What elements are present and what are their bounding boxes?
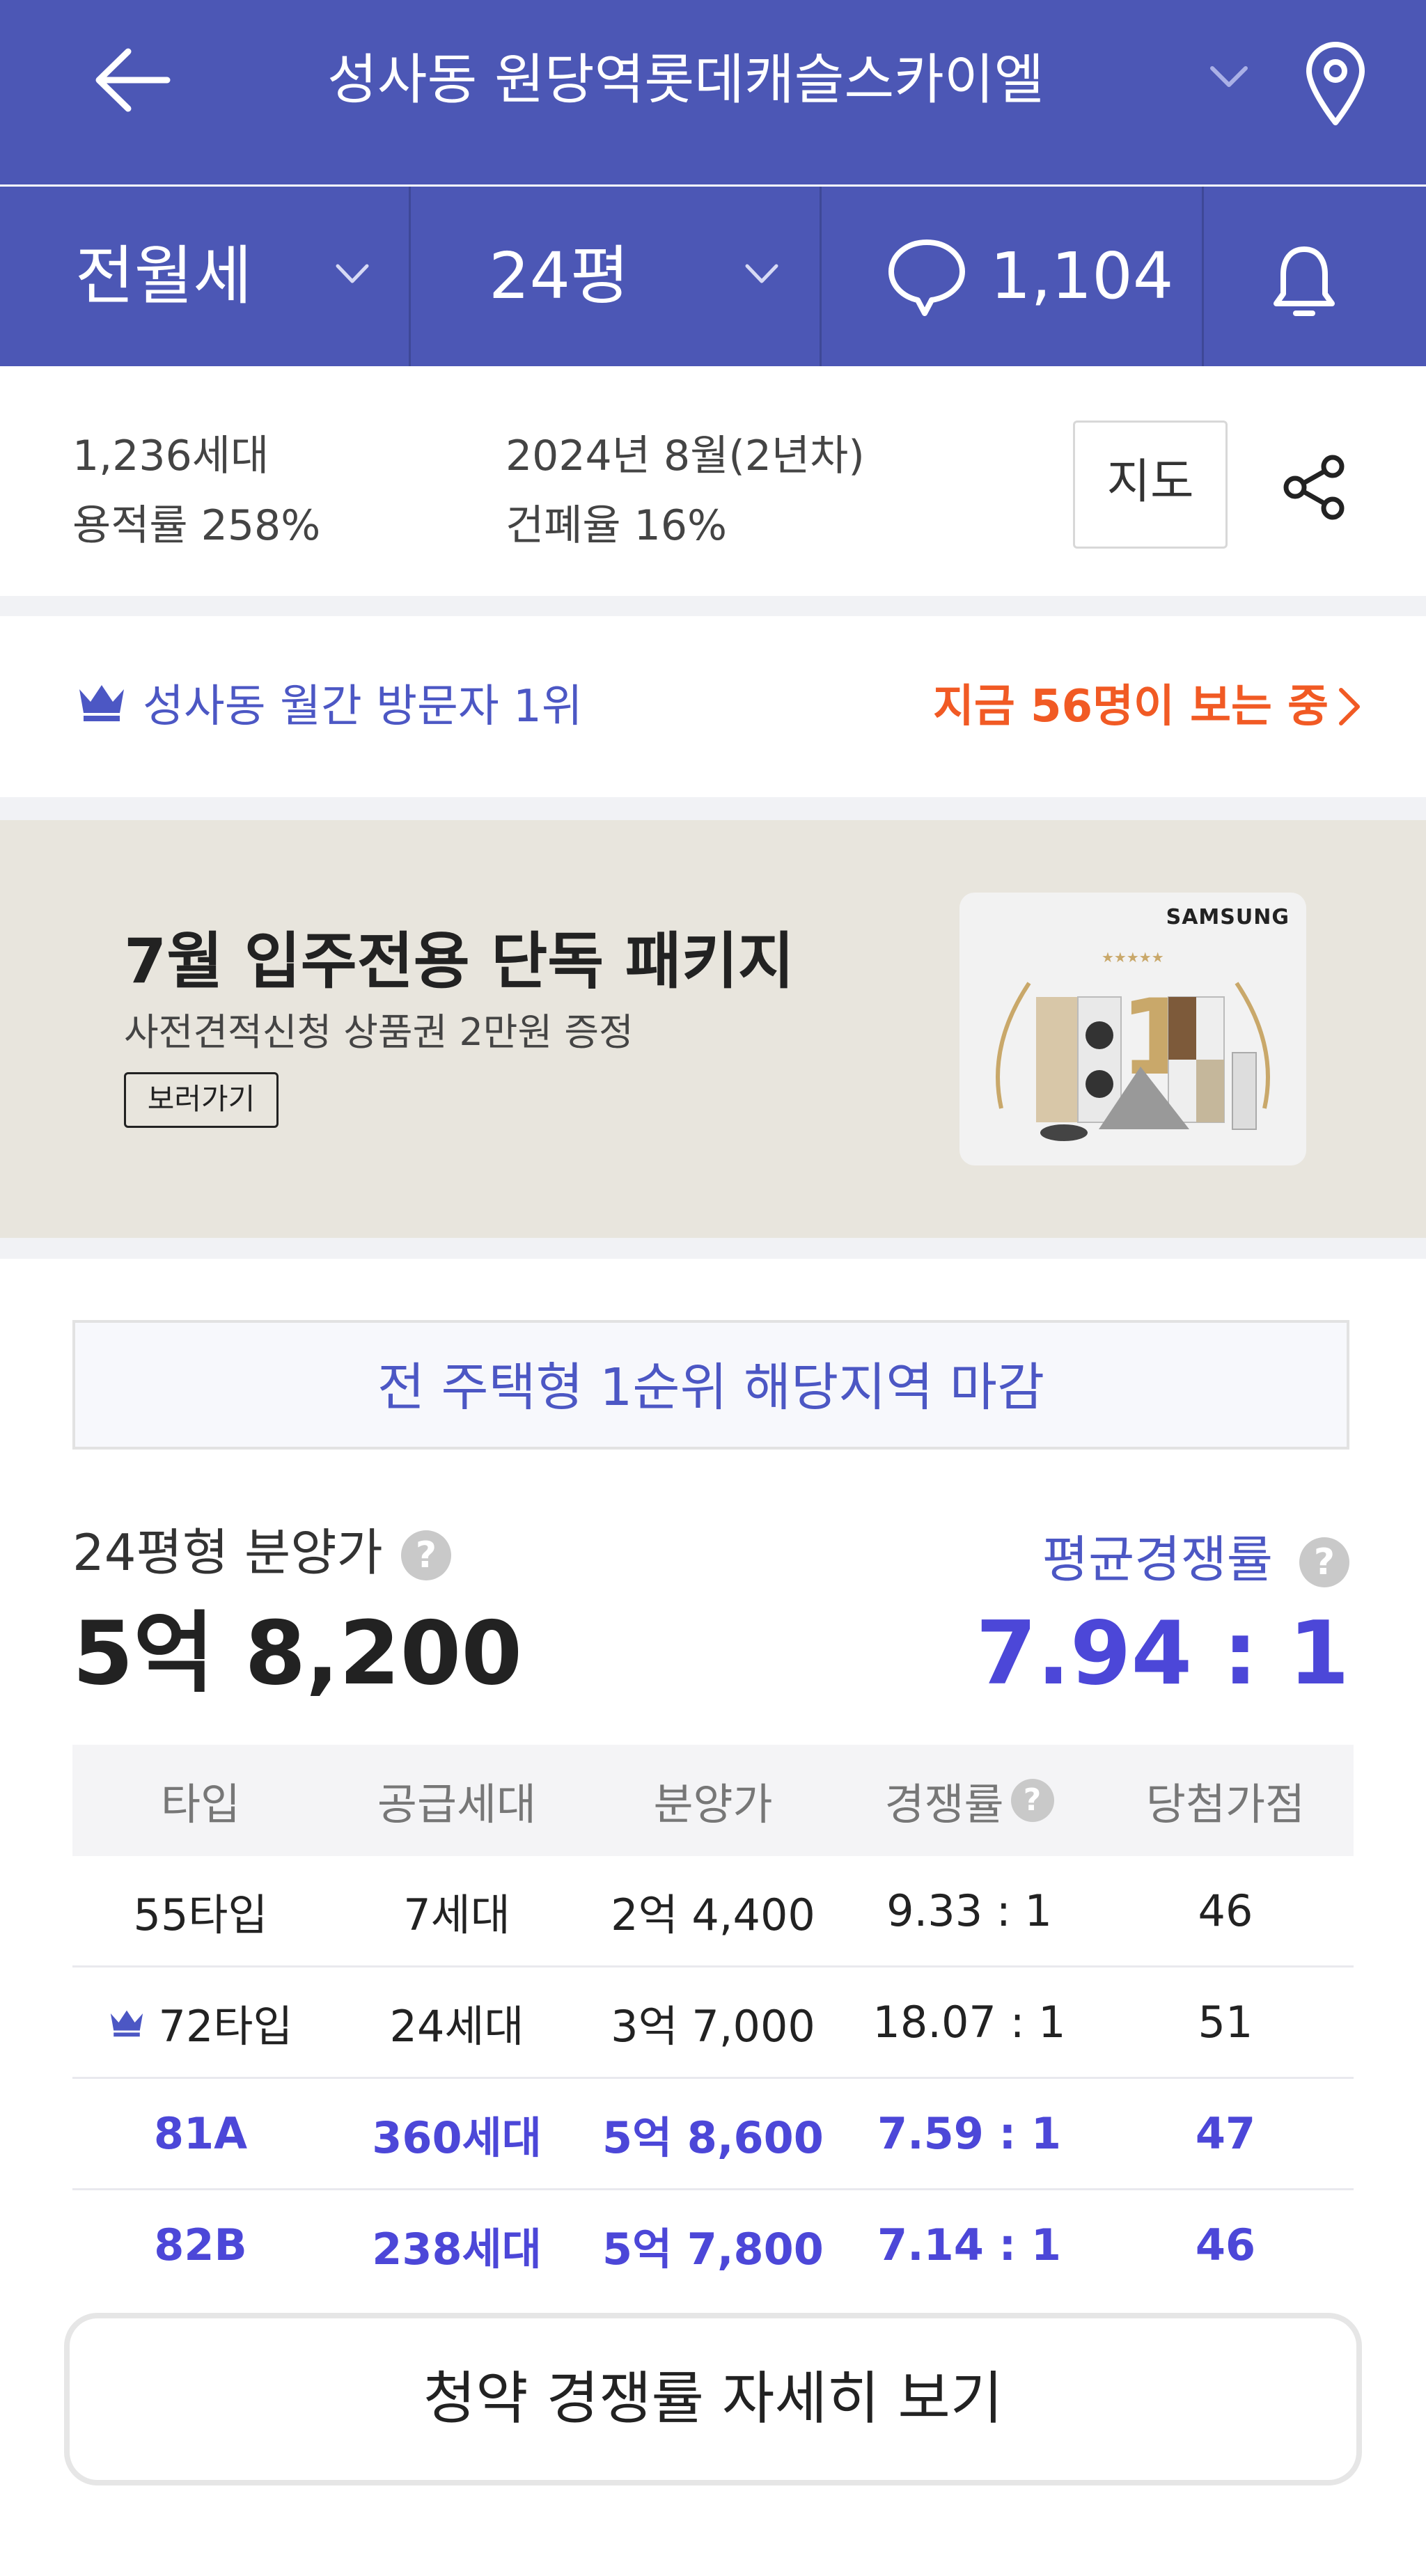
help-icon[interactable]: ? xyxy=(1299,1537,1349,1587)
map-button[interactable]: 지도 xyxy=(1073,421,1228,549)
table-header: 타입 공급세대 분양가 경쟁률 ? 당첨가점 xyxy=(72,1745,1354,1856)
banner-subtitle: 사전견적신청 상품권 2만원 증정 xyxy=(124,1010,634,1054)
col-header: 경쟁률 ? xyxy=(841,1745,1097,1856)
score-cell: 51 xyxy=(1198,1997,1253,2048)
banner-product-image[interactable]: SAMSUNG ★★★★★ 1 xyxy=(959,893,1306,1165)
section-gap xyxy=(0,596,1426,616)
type-cell: 82B xyxy=(154,2220,247,2270)
supply-cell: 24세대 xyxy=(389,2000,524,2052)
chevron-down-icon xyxy=(745,264,778,283)
section-gap xyxy=(0,797,1426,820)
col-header-label: 경쟁률 xyxy=(884,1779,1004,1830)
chevron-down-icon xyxy=(336,264,369,283)
deal-type-filter[interactable]: 전월세 xyxy=(0,187,409,366)
size-label: 24평 xyxy=(489,239,629,313)
move-in-date: 2024년 8월(2년차) xyxy=(506,432,865,480)
sale-price-value: 5억 8,200 xyxy=(72,1602,523,1704)
type-label: 72타입 xyxy=(158,2000,293,2052)
col-header: 타입 xyxy=(160,1779,241,1830)
bell-icon xyxy=(1274,246,1335,316)
score-cell: 47 xyxy=(1195,2108,1256,2159)
filter-bar: 전월세 24평 1,104 xyxy=(0,187,1426,366)
crown-icon xyxy=(79,685,124,721)
svg-text:★★★★★: ★★★★★ xyxy=(1102,949,1164,966)
banner-view-button[interactable]: 보러가기 xyxy=(124,1072,279,1128)
top-app-bar: 성사동 원당역롯데캐슬스카이엘 xyxy=(0,0,1426,184)
sale-price-label: 24평형 분양가 xyxy=(72,1523,383,1582)
col-header: 당첨가점 xyxy=(1145,1779,1306,1830)
size-filter[interactable]: 24평 xyxy=(411,187,820,366)
location-pin-icon[interactable] xyxy=(1301,40,1370,127)
type-cell: 55타입 xyxy=(133,1889,268,1940)
speech-bubble-icon xyxy=(888,239,965,316)
supply-cell: 7세대 xyxy=(403,1889,510,1940)
avg-competition-value: 7.94 : 1 xyxy=(976,1602,1349,1704)
chevron-right-icon[interactable] xyxy=(1335,686,1363,728)
section-gap xyxy=(0,1238,1426,1259)
appliances-illustration: ★★★★★ 1 xyxy=(996,949,1270,1141)
households-count: 1,236세대 xyxy=(72,432,269,480)
col-header: 공급세대 xyxy=(377,1779,537,1830)
score-cell: 46 xyxy=(1198,1885,1253,1936)
comments-button[interactable]: 1,104 xyxy=(822,187,1202,366)
help-icon[interactable]: ? xyxy=(401,1530,451,1580)
competition-cell: 18.07 : 1 xyxy=(872,1997,1066,2048)
type-cell: 81A xyxy=(153,2108,248,2159)
chevron-down-icon[interactable] xyxy=(1208,63,1250,91)
banner-title: 7월 입주전용 단독 패키지 xyxy=(124,925,794,997)
complex-title[interactable]: 성사동 원당역롯데캐슬스카이엘 xyxy=(327,42,1044,118)
price-cell: 5억 8,600 xyxy=(602,2112,824,2163)
avg-competition-label: 평균경쟁률 xyxy=(1042,1530,1273,1589)
competition-cell: 7.14 : 1 xyxy=(877,2220,1062,2270)
deal-type-label: 전월세 xyxy=(75,239,252,313)
current-viewers-text[interactable]: 지금 56명이 보는 중 xyxy=(933,675,1329,738)
building-coverage: 건폐율 16% xyxy=(506,501,728,550)
col-header: 분양가 xyxy=(653,1779,773,1830)
supply-cell: 238세대 xyxy=(372,2223,542,2275)
price-cell: 3억 7,000 xyxy=(611,2000,815,2052)
share-icon[interactable] xyxy=(1280,453,1349,522)
comment-count: 1,104 xyxy=(990,239,1174,313)
price-cell: 2억 4,400 xyxy=(611,1889,815,1940)
notification-button[interactable] xyxy=(1204,187,1426,366)
back-arrow-icon[interactable] xyxy=(91,42,174,118)
help-icon[interactable]: ? xyxy=(1010,1779,1054,1822)
supply-cell: 360세대 xyxy=(372,2112,542,2163)
table-row: 55타입 7세대 2억 4,400 9.33 : 1 46 xyxy=(72,1856,1354,1968)
score-cell: 46 xyxy=(1195,2220,1256,2270)
type-cell: 72타입 xyxy=(72,1968,329,2077)
table-row: 81A 360세대 5억 8,600 7.59 : 1 47 xyxy=(72,2079,1354,2190)
table-row: 82B 238세대 5억 7,800 7.14 : 1 46 xyxy=(72,2190,1354,2300)
competition-cell: 9.33 : 1 xyxy=(886,1885,1052,1936)
price-cell: 5억 7,800 xyxy=(602,2223,824,2275)
competition-detail-button[interactable]: 청약 경쟁률 자세히 보기 xyxy=(64,2313,1362,2485)
subscription-closed-notice: 전 주택형 1순위 해당지역 마감 xyxy=(72,1320,1349,1450)
crown-icon xyxy=(110,2010,143,2036)
competition-cell: 7.59 : 1 xyxy=(877,2108,1062,2159)
visitor-rank-text: 성사동 월간 방문자 1위 xyxy=(143,681,583,732)
competition-table: 타입 공급세대 분양가 경쟁률 ? 당첨가점 55타입 7세대 2억 4,400… xyxy=(72,1745,1354,2300)
table-row: 72타입 24세대 3억 7,000 18.07 : 1 51 xyxy=(72,1968,1354,2079)
floor-area-ratio: 용적률 258% xyxy=(72,501,321,550)
